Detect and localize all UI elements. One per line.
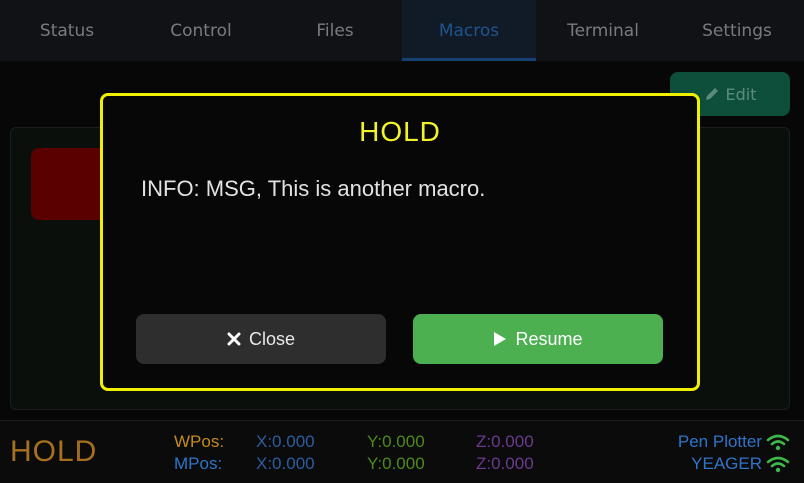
close-label: Close bbox=[248, 328, 296, 349]
resume-label: Resume bbox=[515, 328, 583, 349]
mpos-label: MPos: bbox=[174, 454, 223, 473]
wpos-y: Y:0.000 bbox=[367, 432, 425, 451]
wpos-x: X:0.000 bbox=[256, 432, 315, 451]
machine-name: Pen Plotter bbox=[677, 432, 762, 451]
wpos-z: Z:0.000 bbox=[476, 432, 534, 451]
status-bar: HOLD WPos: X:0.000 Y:0.000 Z:0.000 MPos:… bbox=[0, 420, 804, 483]
wifi-icon bbox=[766, 434, 790, 451]
dialog-title: HOLD bbox=[359, 116, 441, 147]
x-icon bbox=[227, 332, 241, 346]
machine-state: HOLD bbox=[10, 435, 98, 468]
mpos-z: Z:0.000 bbox=[476, 454, 534, 473]
play-icon bbox=[494, 332, 507, 346]
wifi-icon bbox=[766, 456, 790, 473]
resume-button[interactable]: Resume bbox=[413, 314, 663, 364]
dialog-message: INFO: MSG, This is another macro. bbox=[141, 176, 486, 201]
close-button[interactable]: Close bbox=[136, 314, 386, 364]
mpos-y: Y:0.000 bbox=[367, 454, 425, 473]
wpos-label: WPos: bbox=[174, 432, 225, 451]
hold-dialog: HOLD INFO: MSG, This is another macro. C… bbox=[100, 93, 700, 391]
network-name: YEAGER bbox=[691, 454, 762, 473]
mpos-x: X:0.000 bbox=[256, 454, 315, 473]
